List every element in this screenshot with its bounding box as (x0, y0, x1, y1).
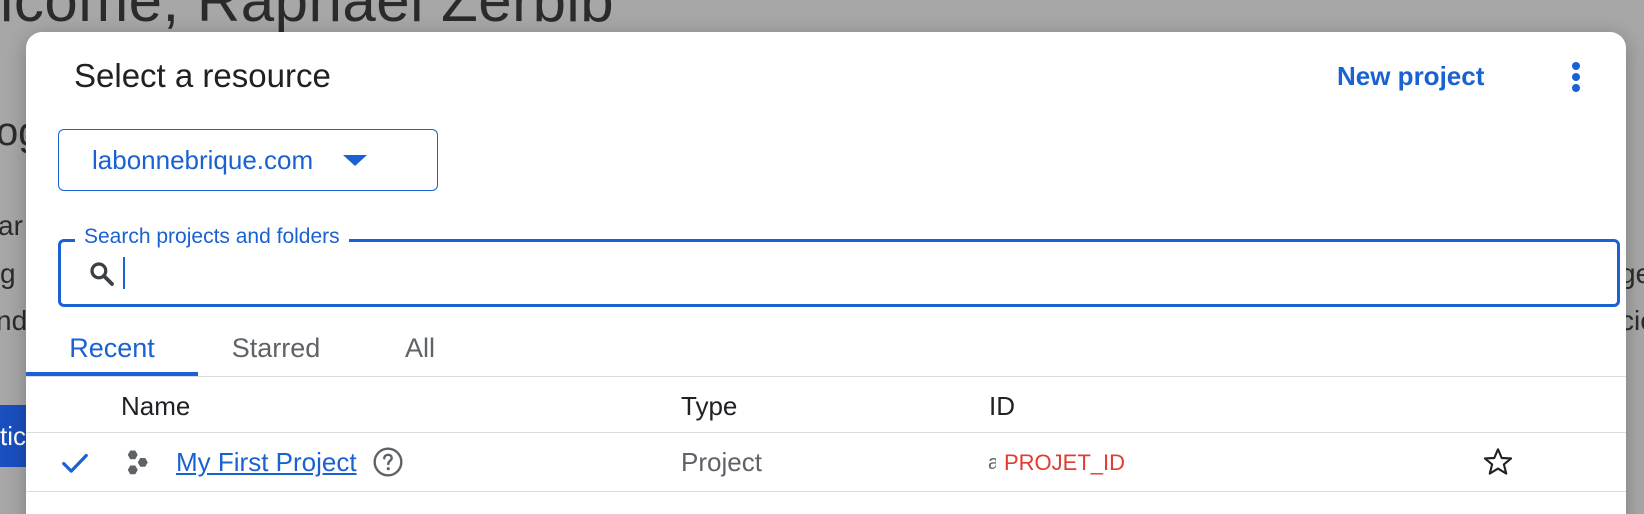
text-cursor (123, 257, 125, 289)
organization-selector[interactable]: labonnebrique.com (58, 129, 438, 191)
column-header-type: Type (681, 391, 738, 421)
search-input[interactable] (127, 254, 1597, 292)
table-header: Name Type ID (26, 377, 1626, 433)
project-type: Project (681, 447, 762, 477)
more-vert-icon[interactable] (1566, 62, 1586, 98)
new-project-button[interactable]: New project (1337, 61, 1484, 92)
background-text-fragment: g (0, 258, 16, 289)
project-name-link[interactable]: My First Project (176, 447, 357, 478)
dialog-title: Select a resource (74, 57, 331, 94)
table-row[interactable]: My First Project Project a PROJET_ID (26, 434, 1626, 492)
background-page-title: lcome, Raphael Zerbib (0, 0, 615, 34)
project-id: PROJET_ID (1004, 450, 1126, 475)
caret-down-icon (343, 154, 368, 166)
star-outline-icon[interactable] (1482, 446, 1514, 478)
search-field-label: Search projects and folders (75, 225, 349, 249)
help-icon[interactable] (372, 446, 404, 478)
tab-all[interactable]: All (380, 322, 460, 378)
project-hexagon-icon (127, 450, 148, 475)
check-icon (62, 453, 88, 473)
background-text-fragment: nd (0, 305, 28, 336)
select-resource-dialog: Select a resource New project labonnebri… (26, 32, 1626, 514)
organization-selector-label: labonnebrique.com (92, 144, 314, 175)
column-header-name: Name (121, 391, 191, 421)
background-button-text: tic (0, 421, 26, 451)
tab-bar: Recent Starred All (26, 322, 1626, 378)
search-icon (90, 262, 114, 286)
column-header-id: ID (989, 391, 1015, 421)
background-text-fragment: ar (0, 210, 23, 241)
project-id-prefix: a (988, 452, 996, 474)
tab-starred[interactable]: Starred (198, 322, 354, 378)
search-field[interactable]: Search projects and folders (58, 225, 1620, 307)
tab-recent[interactable]: Recent (26, 322, 198, 378)
